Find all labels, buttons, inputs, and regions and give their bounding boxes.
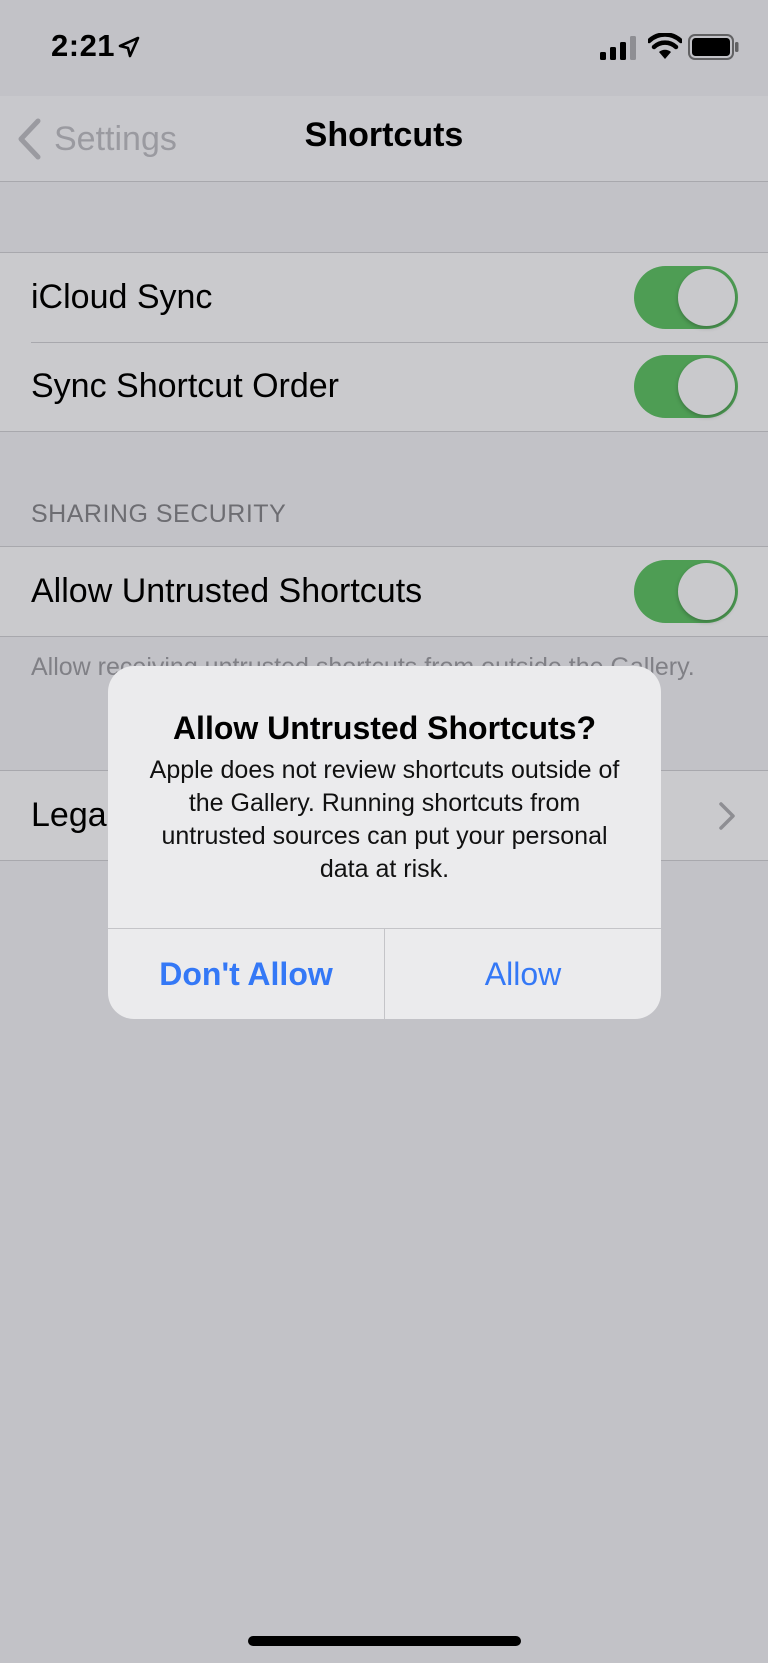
- toggle-knob: [678, 269, 735, 326]
- allow-button[interactable]: Allow: [385, 929, 661, 1019]
- toggle-knob: [678, 563, 735, 620]
- sync-shortcut-order-label: Sync Shortcut Order: [31, 367, 340, 405]
- location-arrow-icon: [118, 36, 140, 58]
- wifi-icon: [648, 33, 682, 59]
- page-title: Shortcuts: [304, 116, 464, 154]
- dont-allow-button[interactable]: Don't Allow: [108, 929, 385, 1019]
- sync-shortcut-order-row: Sync Shortcut Order: [0, 342, 768, 431]
- allow-untrusted-row: Allow Untrusted Shortcuts: [0, 547, 768, 636]
- cellular-signal-icon: [600, 36, 636, 60]
- alert-dialog: Allow Untrusted Shortcuts? Apple does no…: [108, 666, 661, 1019]
- sync-settings-group: iCloud Sync Sync Shortcut Order: [0, 252, 768, 432]
- sharing-security-header: SHARING SECURITY: [31, 500, 287, 528]
- allow-untrusted-label: Allow Untrusted Shortcuts: [31, 572, 423, 610]
- alert-title: Allow Untrusted Shortcuts?: [172, 710, 597, 746]
- legal-label: Legal: [31, 796, 115, 834]
- home-indicator[interactable]: [248, 1636, 521, 1646]
- status-time: 2:21: [51, 28, 116, 63]
- sync-shortcut-order-toggle[interactable]: [634, 355, 738, 418]
- icloud-sync-label: iCloud Sync: [31, 278, 213, 316]
- battery-icon: [688, 34, 739, 60]
- icloud-sync-row: iCloud Sync: [0, 253, 768, 342]
- status-bar: 2:21: [0, 0, 768, 96]
- toggle-knob: [678, 358, 735, 415]
- alert-message: Apple does not review shortcuts outside …: [149, 756, 620, 883]
- shortcuts-settings-screen: 2:21 Settings Shortcuts iCloud Sync Sync…: [0, 0, 768, 1663]
- chevron-right-icon: [719, 802, 735, 830]
- alert-button-bar: Don't Allow Allow: [108, 928, 661, 1019]
- icloud-sync-toggle[interactable]: [634, 266, 738, 329]
- sharing-security-group: Allow Untrusted Shortcuts: [0, 546, 768, 637]
- allow-untrusted-toggle[interactable]: [634, 560, 738, 623]
- navigation-bar: Settings Shortcuts: [0, 96, 768, 182]
